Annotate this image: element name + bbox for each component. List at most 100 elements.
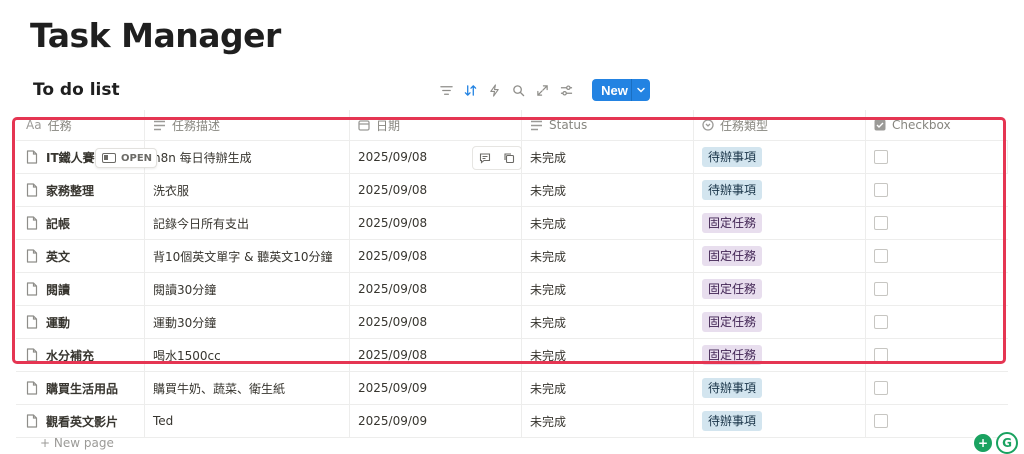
task-name-cell[interactable]: 英文 [16,240,145,272]
task-name-cell[interactable]: 記帳 [16,207,145,239]
chevron-down-icon[interactable] [632,85,650,95]
table-row[interactable]: 購買生活用品 購買牛奶、蔬菜、衛生紙 2025/09/09 未完成 待辦事項 [16,372,1008,405]
table-row[interactable]: 運動 運動30分鐘 2025/09/08 未完成 固定任務 [16,306,1008,339]
page-icon [26,414,38,428]
type-cell[interactable]: 固定任務 [694,339,866,371]
description-cell[interactable]: 購買牛奶、蔬菜、衛生紙 [145,372,350,404]
task-name-cell[interactable]: 運動 [16,306,145,338]
checkbox-cell[interactable] [866,372,1008,404]
type-cell[interactable]: 待辦事項 [694,174,866,206]
type-cell[interactable]: 固定任務 [694,240,866,272]
table-row[interactable]: 觀看英文影片 Ted 2025/09/09 未完成 待辦事項 [16,405,1008,438]
open-button[interactable]: OPEN [95,148,157,168]
date-cell[interactable]: 2025/09/09 [350,405,522,437]
status-cell[interactable]: 未完成 [522,174,694,206]
copy-icon[interactable] [503,149,515,168]
status-cell[interactable]: 未完成 [522,405,694,437]
date-cell[interactable]: 2025/09/08 [350,240,522,272]
task-name-cell[interactable]: 水分補充 [16,339,145,371]
status-cell[interactable]: 未完成 [522,207,694,239]
task-name[interactable]: 觀看英文影片 [46,413,118,430]
checkbox-cell[interactable] [866,306,1008,338]
column-header-name[interactable]: Aa 任務 [16,110,145,140]
table-row[interactable]: 閱讀 閱讀30分鐘 2025/09/08 未完成 固定任務 [16,273,1008,306]
checkbox-cell[interactable] [866,174,1008,206]
type-cell[interactable]: 固定任務 [694,207,866,239]
automation-icon[interactable] [482,79,506,101]
status-cell[interactable]: 未完成 [522,339,694,371]
task-name-cell[interactable]: 觀看英文影片 [16,405,145,437]
status-cell[interactable]: 未完成 [522,141,694,173]
task-checkbox[interactable] [874,381,888,395]
new-page-row[interactable]: + New page [40,436,114,450]
table-row[interactable]: 英文 背10個英文單字 & 聽英文10分鐘 2025/09/08 未完成 固定任務 [16,240,1008,273]
expand-icon[interactable] [530,79,554,101]
description-cell[interactable]: 記錄今日所有支出 [145,207,350,239]
table-row[interactable]: 記帳 記錄今日所有支出 2025/09/08 未完成 固定任務 [16,207,1008,240]
task-checkbox[interactable] [874,249,888,263]
task-name[interactable]: 運動 [46,314,70,331]
description-cell[interactable]: n8n 每日待辦生成 [145,141,350,173]
task-name[interactable]: 英文 [46,248,70,265]
checkbox-cell[interactable] [866,141,1008,173]
task-checkbox[interactable] [874,315,888,329]
task-name[interactable]: 閱讀 [46,281,70,298]
checkbox-cell[interactable] [866,240,1008,272]
description-cell[interactable]: 洗衣服 [145,174,350,206]
task-name[interactable]: 水分補充 [46,347,94,364]
extension-icon[interactable]: + [972,432,994,454]
column-header-status[interactable]: Status [522,110,694,140]
view-title[interactable]: To do list [33,80,120,100]
checkbox-cell[interactable] [866,207,1008,239]
settings-icon[interactable] [554,79,578,101]
checkbox-cell[interactable] [866,273,1008,305]
task-name[interactable]: 家務整理 [46,182,94,199]
task-name[interactable]: IT鐵人賽 [46,149,95,166]
type-cell[interactable]: 待辦事項 [694,141,866,173]
task-name[interactable]: 購買生活用品 [46,380,118,397]
status-cell[interactable]: 未完成 [522,240,694,272]
table-row[interactable]: 水分補充 喝水1500cc 2025/09/08 未完成 固定任務 [16,339,1008,372]
date-cell[interactable]: 2025/09/08 [350,273,522,305]
date-cell[interactable]: 2025/09/09 [350,372,522,404]
date-cell[interactable]: 2025/09/08 [350,339,522,371]
task-name-cell[interactable]: 家務整理 [16,174,145,206]
status-cell[interactable]: 未完成 [522,372,694,404]
description-cell[interactable]: Ted [145,405,350,437]
task-checkbox[interactable] [874,216,888,230]
date-cell[interactable]: 2025/09/08 [350,174,522,206]
type-cell[interactable]: 待辦事項 [694,405,866,437]
description-cell[interactable]: 運動30分鐘 [145,306,350,338]
task-checkbox[interactable] [874,414,888,428]
task-checkbox[interactable] [874,183,888,197]
column-header-description[interactable]: 任務描述 [145,110,350,140]
description-cell[interactable]: 喝水1500cc [145,339,350,371]
status-cell[interactable]: 未完成 [522,273,694,305]
sort-icon[interactable] [458,79,482,101]
task-checkbox[interactable] [874,348,888,362]
comment-icon[interactable] [479,149,491,168]
type-cell[interactable]: 待辦事項 [694,372,866,404]
task-name-cell[interactable]: 閱讀 [16,273,145,305]
filter-icon[interactable] [434,79,458,101]
table-row[interactable]: 家務整理 洗衣服 2025/09/08 未完成 待辦事項 [16,174,1008,207]
column-header-checkbox[interactable]: Checkbox [866,110,1008,140]
new-button[interactable]: New [592,79,650,101]
table-row[interactable]: IT鐵人賽 n8n 每日待辦生成 2025/09/08 未完成 待辦事項 OPEN [16,141,1008,174]
task-checkbox[interactable] [874,150,888,164]
column-header-type[interactable]: 任務類型 [694,110,866,140]
task-name[interactable]: 記帳 [46,215,70,232]
type-cell[interactable]: 固定任務 [694,306,866,338]
task-checkbox[interactable] [874,282,888,296]
type-cell[interactable]: 固定任務 [694,273,866,305]
grammarly-icon[interactable]: G [996,432,1018,454]
date-cell[interactable]: 2025/09/08 [350,207,522,239]
date-cell[interactable]: 2025/09/08 [350,306,522,338]
checkbox-cell[interactable] [866,339,1008,371]
column-header-date[interactable]: 日期 [350,110,522,140]
task-name-cell[interactable]: 購買生活用品 [16,372,145,404]
description-cell[interactable]: 閱讀30分鐘 [145,273,350,305]
status-cell[interactable]: 未完成 [522,306,694,338]
search-icon[interactable] [506,79,530,101]
description-cell[interactable]: 背10個英文單字 & 聽英文10分鐘 [145,240,350,272]
